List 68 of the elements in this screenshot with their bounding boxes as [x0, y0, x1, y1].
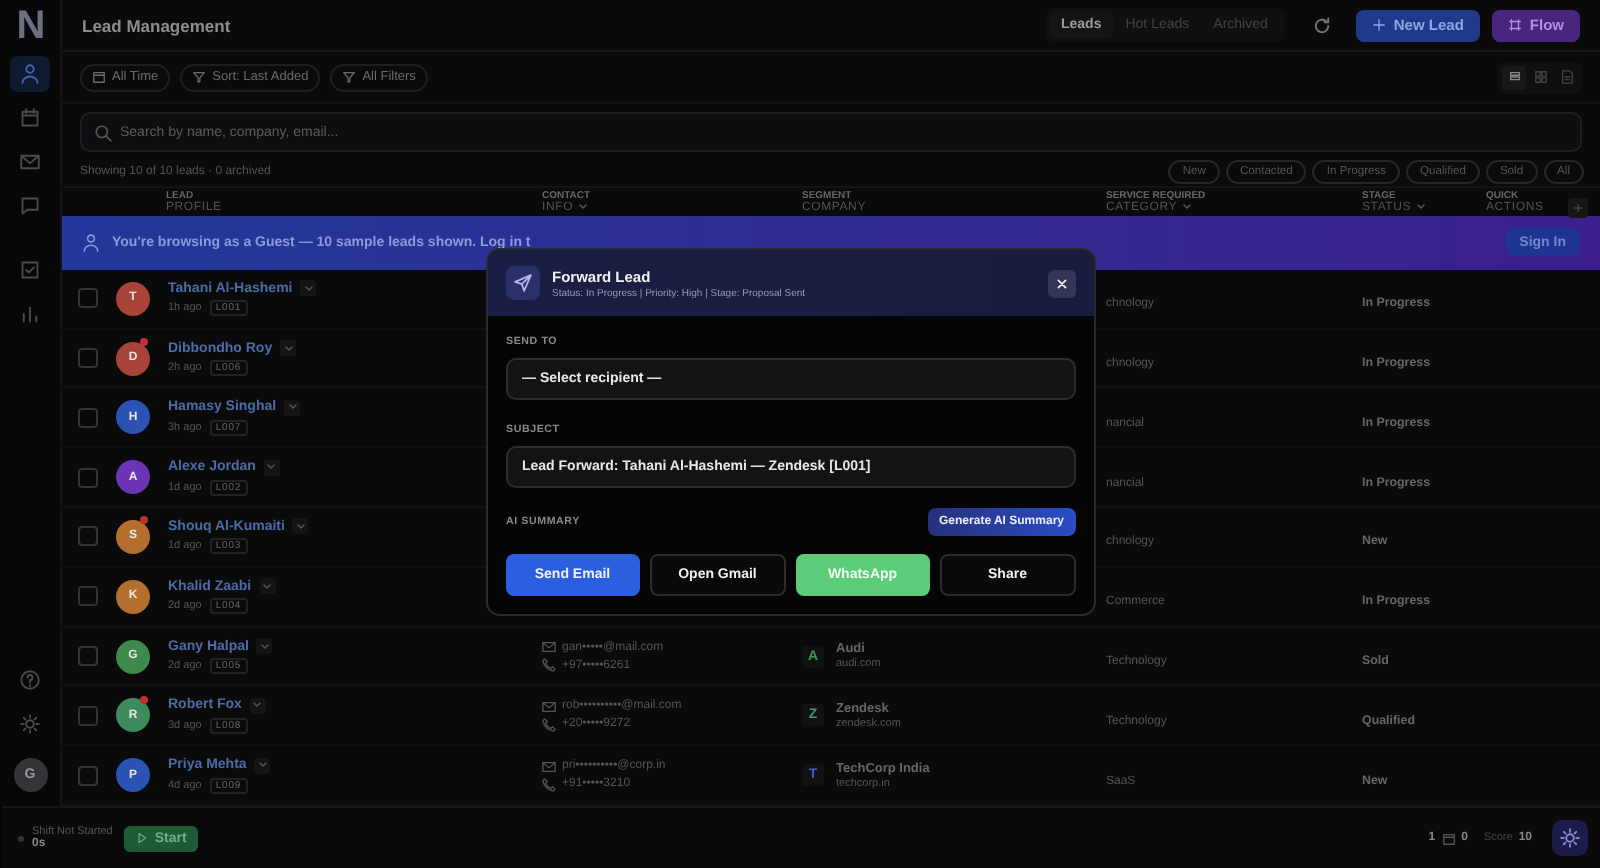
search-icon	[94, 123, 112, 141]
calendar-icon	[92, 70, 106, 84]
caret-button[interactable]	[254, 757, 271, 774]
caret-button[interactable]	[249, 697, 266, 714]
calendar-icon	[20, 108, 40, 128]
sun-icon	[1560, 828, 1580, 848]
phone-icon	[542, 658, 556, 672]
sort-caret-icon	[577, 202, 588, 213]
plus-icon	[1371, 18, 1386, 32]
grid-icon	[1507, 18, 1522, 32]
refresh-icon[interactable]	[1311, 15, 1332, 35]
caret-button[interactable]	[292, 518, 309, 535]
caret-icon	[262, 581, 273, 592]
box-icon	[1441, 831, 1456, 845]
caret-button[interactable]	[284, 399, 301, 416]
theme-toggle-button[interactable]	[1552, 820, 1588, 856]
caret-button[interactable]	[263, 459, 280, 476]
close-icon	[1056, 277, 1068, 289]
caret-icon	[283, 343, 294, 354]
phone-icon	[542, 777, 556, 792]
caret-icon	[287, 402, 298, 413]
bar-chart-icon	[20, 304, 40, 324]
page-title: Lead Management	[82, 15, 231, 35]
row-checkbox[interactable]	[78, 407, 98, 428]
close-button[interactable]	[1048, 269, 1076, 297]
play-icon	[136, 832, 149, 844]
phone-icon	[542, 717, 556, 732]
caret-icon	[295, 521, 306, 532]
caret-icon	[257, 760, 268, 771]
user-icon	[20, 64, 40, 84]
caret-icon	[252, 700, 263, 711]
plus-icon	[1572, 201, 1584, 214]
caret-button[interactable]	[280, 340, 297, 357]
sidebar-item[interactable]	[10, 56, 50, 92]
row-checkbox[interactable]	[78, 348, 98, 369]
row-checkbox[interactable]	[78, 586, 98, 607]
checkbox-icon	[20, 260, 40, 280]
row-checkbox[interactable]	[78, 288, 98, 309]
row-checkbox[interactable]	[78, 646, 98, 666]
help-icon	[20, 670, 40, 690]
row-checkbox[interactable]	[78, 765, 98, 786]
document-view-icon	[1559, 70, 1573, 84]
mail-icon	[20, 152, 40, 172]
caret-icon	[266, 462, 277, 473]
filter-icon	[342, 70, 357, 84]
caret-icon	[303, 283, 314, 294]
caret-button[interactable]	[256, 638, 273, 654]
list-view-icon	[1507, 70, 1521, 84]
app-logo[interactable]: N	[16, 0, 44, 52]
send-icon	[506, 266, 540, 300]
row-checkbox[interactable]	[78, 705, 98, 726]
mail-icon	[542, 699, 556, 714]
row-checkbox[interactable]	[78, 467, 98, 488]
chat-icon	[20, 196, 40, 216]
sort-caret-icon	[1181, 202, 1192, 213]
add-column-button[interactable]	[1568, 197, 1588, 218]
filter-icon	[192, 70, 207, 84]
mail-icon	[542, 640, 556, 654]
grid-view-icon	[1533, 70, 1547, 84]
caret-button[interactable]	[259, 578, 276, 595]
caret-icon	[259, 641, 270, 651]
caret-button[interactable]	[300, 280, 317, 297]
row-checkbox[interactable]	[78, 526, 98, 547]
user-icon	[82, 233, 100, 252]
view-mode-button[interactable]	[1502, 65, 1526, 89]
status-dot	[18, 835, 24, 841]
mail-icon	[542, 759, 556, 774]
sort-caret-icon	[1415, 202, 1426, 213]
